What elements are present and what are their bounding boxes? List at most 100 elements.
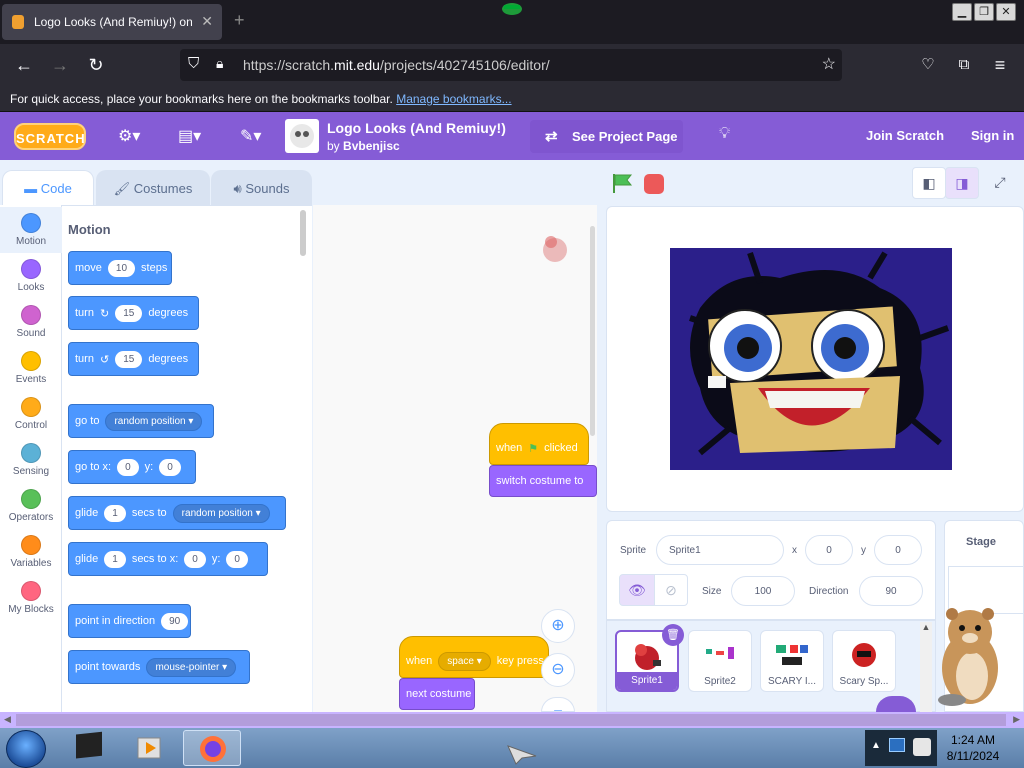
stop-sign-icon[interactable] [644,174,664,194]
fullscreen-icon[interactable]: ⤢ [983,167,1017,199]
category-sensing[interactable]: Sensing [0,437,62,483]
tab-code[interactable]: ▬ Code [2,170,94,206]
x-input[interactable]: 0 [117,458,139,476]
towards-dropdown[interactable]: mouse-pointer ▾ [146,657,237,677]
browser-tab[interactable]: Logo Looks (And Remiuy!) on ✕ [2,4,222,40]
tab-costumes[interactable]: 🖌︎ Costumes [96,170,210,206]
taskbar-app-firefox[interactable] [183,730,241,766]
sprite-name-input[interactable]: Sprite1 [656,535,784,565]
block-move-steps[interactable]: move 10 steps [68,251,172,285]
block-glide-xy[interactable]: glide 1 secs to x: 0 y: 0 [68,542,268,576]
tracking-shield-icon[interactable]: ⛉ [188,55,199,72]
hide-sprite-icon[interactable]: ⊘ [654,574,688,606]
block-when-flag-clicked[interactable]: when ⚑ clicked [489,423,589,465]
theme-bulb-icon[interactable]: 💡︎ [719,125,730,143]
y-input[interactable]: 0 [874,535,922,565]
project-title[interactable]: Logo Looks (And Remiuy!) [327,120,506,136]
sprite-tile[interactable]: Scary Sp... [832,630,896,692]
menu-icon[interactable]: ≡ [988,53,1012,77]
small-stage-icon[interactable]: ◧ [912,167,946,199]
back-icon[interactable]: ← [12,53,36,77]
volume-icon[interactable] [913,738,931,756]
url-bar[interactable]: ⛉ 🔒︎ https://scratch.mit.edu/projects/40… [180,49,842,81]
join-scratch-link[interactable]: Join Scratch [866,128,944,143]
sprite-tile[interactable]: Sprite2 [688,630,752,692]
block-go-to[interactable]: go to random position ▾ [68,404,214,438]
zoom-out-icon[interactable]: ⊖ [541,653,575,687]
start-button[interactable] [6,730,46,768]
block-glide[interactable]: glide 1 secs to random position ▾ [68,496,286,530]
close-window-icon[interactable]: ✕ [996,3,1016,21]
block-switch-costume[interactable]: switch costume to [489,465,597,497]
clock-time: 1:24 AM [950,733,996,747]
sign-in-link[interactable]: Sign in [971,128,1014,143]
manage-bookmarks-link[interactable]: Manage bookmarks... [396,92,511,106]
category-events[interactable]: Events [0,345,62,391]
zoom-in-icon[interactable]: ⊕ [541,609,575,643]
key-dropdown[interactable]: space ▾ [438,651,491,671]
bookmark-star-icon[interactable]: ☆ [822,54,836,74]
scratch-logo[interactable]: SCRATCH [14,123,86,150]
scroll-left-icon[interactable]: ◀ [4,714,11,725]
block-go-to-xy[interactable]: go to x: 0 y: 0 [68,450,196,484]
glide-dropdown[interactable]: random position ▾ [172,503,270,523]
show-sprite-icon[interactable]: 👁︎ [619,574,655,606]
category-variables[interactable]: Variables [0,529,62,575]
block-turn-right[interactable]: turn ↻ 15 degrees [68,296,199,330]
minimize-icon[interactable]: ▁ [952,3,972,21]
block-when-key-pressed[interactable]: when space ▾ key press [399,636,549,678]
palette-scrollbar[interactable] [300,210,306,256]
category-control[interactable]: Control [0,391,62,437]
category-sound[interactable]: Sound [0,299,62,345]
settings-gear-icon[interactable]: ⚙▾ [118,126,140,146]
degrees-input[interactable]: 15 [115,350,143,368]
file-menu-icon[interactable]: ▤▾ [178,126,201,146]
category-operators[interactable]: Operators [0,483,62,529]
edit-menu-icon[interactable]: ✎▾ [240,126,261,146]
block-turn-left[interactable]: turn ↺ 15 degrees [68,342,199,376]
author-link[interactable]: Bvbenjisc [343,139,400,153]
forward-icon[interactable]: → [48,53,72,77]
extensions-icon[interactable]: ⧉ [952,53,976,77]
y-input[interactable]: 0 [159,458,181,476]
category-my-blocks[interactable]: My Blocks [0,575,62,621]
secs-input[interactable]: 1 [104,504,126,522]
close-tab-icon[interactable]: ✕ [201,13,213,30]
block-point-towards[interactable]: point towards mouse-pointer ▾ [68,650,250,684]
restore-icon[interactable]: ❐ [974,3,994,21]
steps-input[interactable]: 10 [107,259,136,277]
direction-input[interactable]: 90 [859,576,923,606]
degrees-input[interactable]: 15 [115,304,143,322]
sprite-tile[interactable]: SCARY I... [760,630,824,692]
see-project-page-button[interactable]: ⇄ See Project Page [530,120,683,153]
network-icon[interactable] [889,738,905,752]
tray-show-hidden-icon[interactable]: ▲ [871,740,881,751]
script-scrollbar[interactable] [590,226,595,436]
large-stage-icon[interactable]: ◨ [945,167,979,199]
new-tab-icon[interactable]: + [234,10,245,31]
scroll-right-icon[interactable]: ▶ [1013,714,1020,725]
green-flag-icon[interactable] [611,172,635,194]
x-input[interactable]: 0 [805,535,853,565]
taskbar-clock[interactable]: 1:24 AM 8/11/2024 [940,732,1006,764]
tab-sounds[interactable]: 🔊︎ Sounds [211,170,312,206]
taskbar-app-terminal[interactable] [62,730,120,766]
pocket-icon[interactable]: ♡ [916,53,940,77]
reload-icon[interactable]: ↻ [84,53,108,77]
lock-icon[interactable]: 🔒︎ [216,55,223,72]
x-input[interactable]: 0 [184,550,206,568]
taskbar-app-media[interactable] [122,730,180,766]
y-input[interactable]: 0 [226,550,248,568]
category-looks[interactable]: Looks [0,253,62,299]
category-motion[interactable]: Motion [0,207,62,253]
size-input[interactable]: 100 [731,576,795,606]
block-next-costume[interactable]: next costume [399,678,475,710]
delete-sprite-icon[interactable]: 🗑︎ [662,624,684,646]
sprite-thumbnail [776,645,808,665]
category-color-dot [21,489,41,509]
block-point-direction[interactable]: point in direction 90 [68,604,191,638]
direction-input[interactable]: 90 [161,612,189,630]
secs-input[interactable]: 1 [104,550,126,568]
page-horizontal-scrollbar[interactable]: ◀ ▶ [0,712,1024,728]
go-to-dropdown[interactable]: random position ▾ [105,411,203,431]
